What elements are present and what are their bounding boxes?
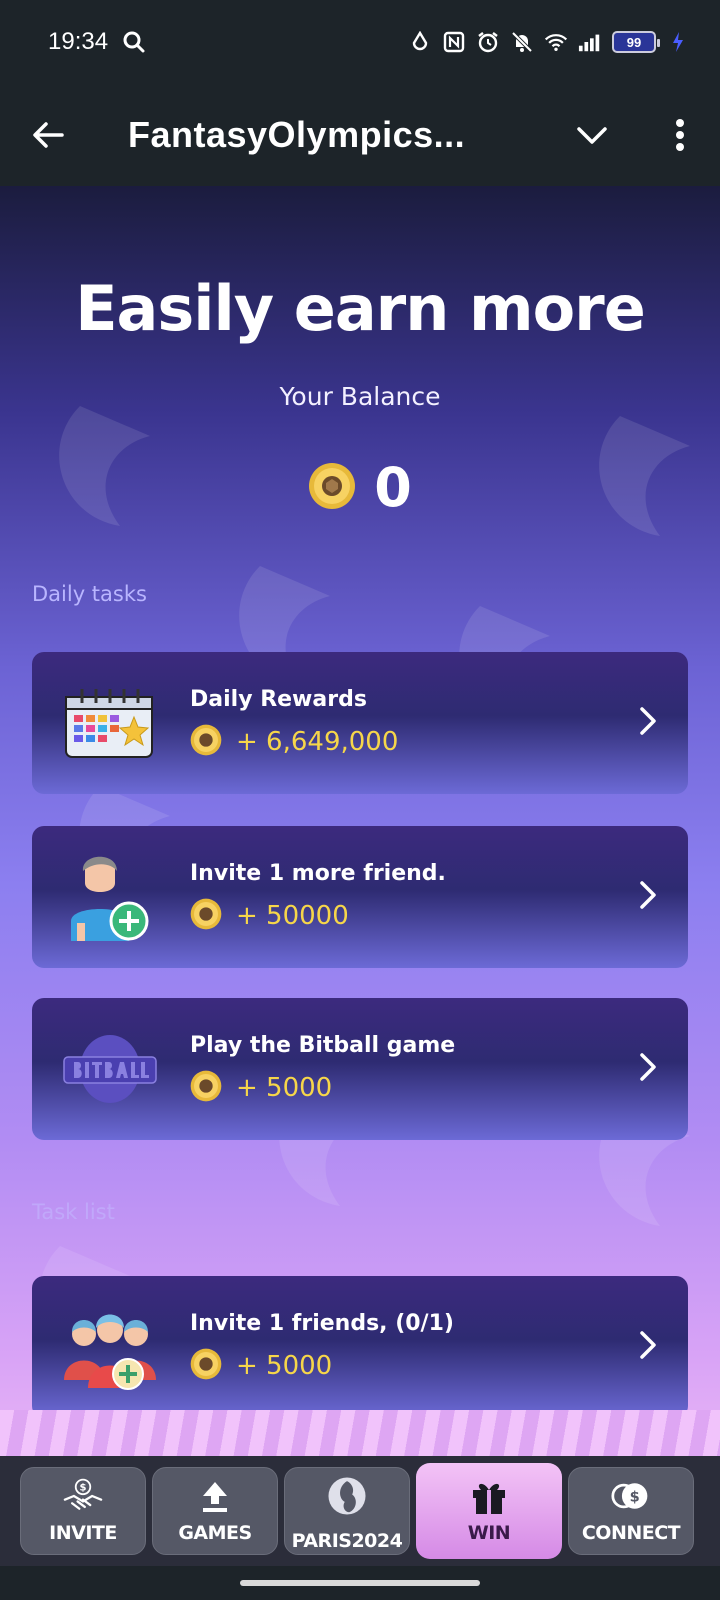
back-arrow-icon[interactable] — [30, 117, 66, 153]
battery-level: 99 — [626, 34, 642, 50]
coin-icon — [308, 462, 356, 514]
upload-icon — [195, 1478, 235, 1514]
reward-value: + 5000 — [236, 1072, 333, 1103]
nav-games[interactable]: GAMES — [152, 1467, 278, 1555]
gift-icon — [469, 1478, 509, 1514]
reward-value: + 6,649,000 — [236, 726, 399, 757]
nfc-icon — [442, 30, 466, 54]
nav-label: PARIS2024 — [291, 1530, 403, 1552]
task-title: Invite 1 more friend. — [190, 860, 446, 886]
bell-muted-icon — [510, 30, 534, 54]
task-card-daily-rewards[interactable]: Daily Rewards + 6,649,000 — [32, 652, 688, 794]
drop-icon — [408, 30, 432, 54]
reward-value: + 50000 — [236, 900, 349, 931]
nav-label: WIN — [467, 1522, 511, 1544]
reward-value: + 5000 — [236, 1350, 333, 1381]
nav-label: INVITE — [49, 1522, 117, 1544]
handshake-dollar-icon: $ — [63, 1478, 103, 1514]
bottom-nav: $ INVITE GAMES PARIS2024 WIN $ CONNECT — [0, 1456, 720, 1566]
status-bar: 19:34 99 — [0, 0, 720, 84]
home-gesture-bar[interactable] — [240, 1580, 480, 1586]
app-bar: FantasyOlympics... — [0, 84, 720, 186]
app-title: FantasyOlympics... — [128, 114, 466, 155]
flame-face-icon — [327, 1470, 367, 1522]
task-title: Invite 1 friends, (0/1) — [190, 1310, 454, 1336]
svg-text:$: $ — [630, 1489, 640, 1505]
task-card-bitball[interactable]: Play the Bitball game + 5000 — [32, 998, 688, 1140]
coins-icon: $ — [611, 1478, 651, 1514]
signal-icon — [578, 30, 602, 54]
chevron-right-icon — [638, 1329, 658, 1365]
alarm-icon — [476, 30, 500, 54]
decorative-stripe — [0, 1410, 720, 1456]
status-time: 19:34 — [48, 28, 109, 55]
main-content[interactable]: Easily earn more Your Balance 0 Daily ta… — [0, 186, 720, 1456]
chevron-down-icon[interactable] — [574, 117, 610, 153]
svg-text:$: $ — [80, 1483, 87, 1494]
chevron-right-icon — [638, 879, 658, 915]
coin-icon — [190, 1070, 222, 1106]
task-card-invite-friend[interactable]: Invite 1 more friend. + 50000 — [32, 826, 688, 968]
battery-indicator: 99 — [612, 31, 660, 53]
nav-invite[interactable]: $ INVITE — [20, 1467, 146, 1555]
balance-value: 0 — [374, 456, 412, 519]
more-menu-icon[interactable] — [670, 117, 690, 153]
chevron-right-icon — [638, 1051, 658, 1087]
coin-icon — [190, 724, 222, 760]
section-label-daily: Daily tasks — [32, 582, 147, 606]
section-label-task-list: Task list — [32, 1200, 115, 1224]
background-pattern — [39, 406, 690, 1406]
nav-label: CONNECT — [581, 1522, 681, 1544]
nav-connect[interactable]: $ CONNECT — [568, 1467, 694, 1555]
hero-title: Easily earn more — [75, 272, 646, 345]
chevron-right-icon — [638, 705, 658, 741]
task-title: Daily Rewards — [190, 686, 367, 712]
task-card-invite-friends[interactable]: Invite 1 friends, (0/1) + 5000 — [32, 1276, 688, 1418]
balance-row: 0 — [0, 456, 720, 519]
calendar-icon — [60, 673, 160, 773]
search-icon — [122, 30, 146, 54]
wifi-icon — [544, 30, 568, 54]
group-add-icon — [60, 1297, 160, 1397]
add-user-icon — [60, 847, 160, 947]
coin-icon — [190, 1348, 222, 1384]
nav-win[interactable]: WIN — [416, 1463, 562, 1559]
nav-paris2024[interactable]: PARIS2024 — [284, 1467, 410, 1555]
nav-label: GAMES — [178, 1522, 252, 1544]
bitball-logo-icon — [60, 1019, 160, 1119]
coin-icon — [190, 898, 222, 934]
task-title: Play the Bitball game — [190, 1032, 456, 1058]
charging-icon — [666, 30, 690, 54]
balance-label: Your Balance — [279, 382, 441, 411]
gesture-area — [0, 1566, 720, 1600]
